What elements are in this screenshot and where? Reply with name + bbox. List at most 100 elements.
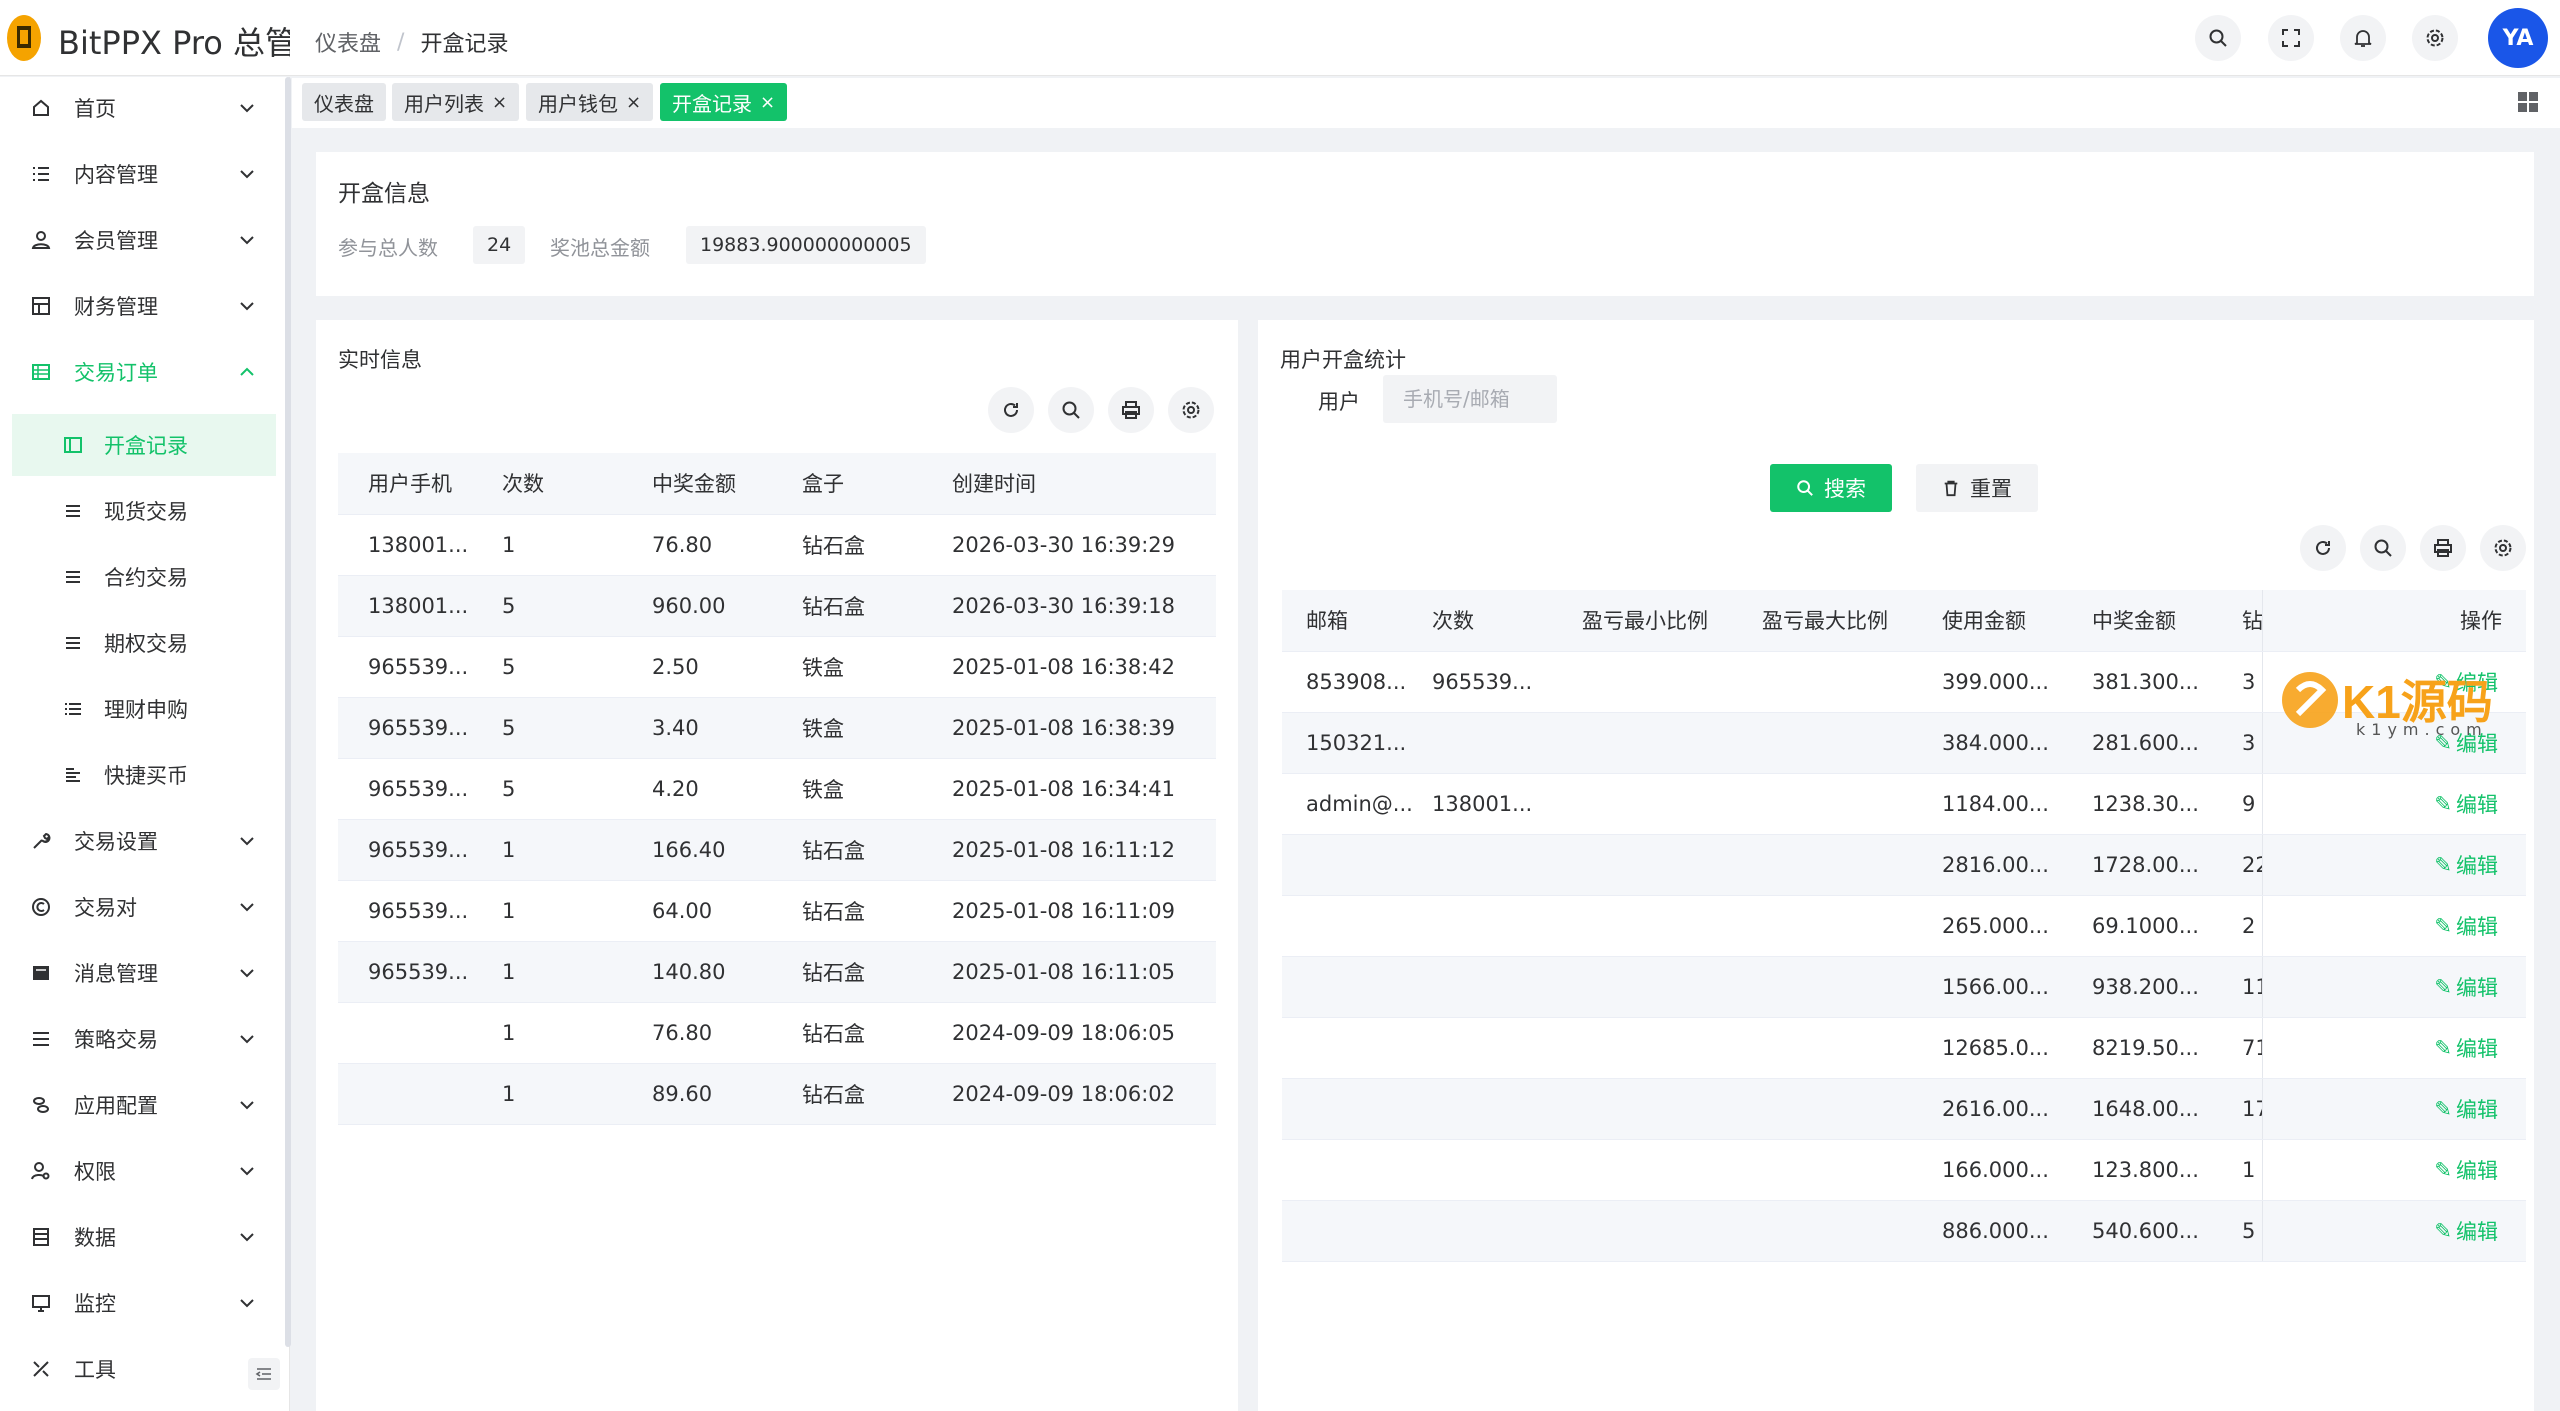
table-row[interactable]: 1566.00...938.200...11✎编辑 — [1282, 956, 2526, 1018]
sidebar-scrollbar[interactable] — [285, 77, 291, 1347]
search-toggle-button[interactable] — [2360, 525, 2406, 571]
edit-link[interactable]: ✎ 编辑 — [2263, 972, 2526, 1002]
tab-user-list[interactable]: 用户列表 × — [392, 83, 520, 121]
edit-link[interactable]: ✎ 编辑 — [2263, 1033, 2526, 1063]
column-header[interactable]: 钻 — [2242, 590, 2262, 652]
bell-icon — [2354, 30, 2372, 47]
table-cell — [1582, 712, 1762, 774]
column-header[interactable]: 邮箱 — [1282, 590, 1432, 652]
search-button[interactable] — [2195, 15, 2241, 61]
sidebar-item-orders[interactable]: 交易订单 — [0, 341, 276, 403]
user-search-input[interactable] — [1383, 375, 1557, 423]
table-row[interactable]: 965539... 5 4.20 铁盒 2025-01-08 16:34:41 — [338, 758, 1216, 820]
avatar[interactable]: YA — [2488, 8, 2548, 68]
sidebar-item-data[interactable]: 数据 — [0, 1206, 276, 1268]
print-button[interactable] — [2420, 525, 2466, 571]
sidebar-subitem-options[interactable]: 期权交易 — [12, 612, 276, 674]
reset-button[interactable]: 重置 — [1916, 464, 2038, 512]
table-cell: 1648.00... — [2092, 1078, 2242, 1140]
sidebar-subitem-spot[interactable]: 现货交易 — [12, 480, 276, 542]
column-header[interactable]: 使用金额 — [1942, 590, 2092, 652]
tab-dashboard[interactable]: 仪表盘 — [302, 83, 386, 121]
table-row[interactable]: 965539... 1 166.40 钻石盒 2025-01-08 16:11:12 — [338, 819, 1216, 881]
search-icon — [2374, 539, 2392, 557]
sidebar-item-home[interactable]: 首页 — [0, 77, 276, 139]
table-row[interactable]: 2816.00...1728.00...22✎编辑 — [1282, 834, 2526, 896]
table-row[interactable]: 965539... 1 64.00 钻石盒 2025-01-08 16:11:09 — [338, 880, 1216, 942]
close-icon[interactable]: × — [760, 92, 775, 113]
column-header[interactable]: 中奖金额 — [652, 453, 802, 515]
print-button[interactable] — [1108, 387, 1154, 433]
notification-button[interactable] — [2340, 15, 2386, 61]
sidebar-subitem-wealth[interactable]: 理财申购 — [12, 678, 276, 740]
breadcrumb-dashboard[interactable]: 仪表盘 — [315, 26, 381, 58]
fullscreen-button[interactable] — [2268, 15, 2314, 61]
edit-link[interactable]: ✎ 编辑 — [2263, 1094, 2526, 1124]
sidebar-item-trade-settings[interactable]: 交易设置 — [0, 810, 276, 872]
column-header[interactable]: 操作 — [2261, 590, 2526, 652]
sidebar-item-finance[interactable]: 财务管理 — [0, 275, 276, 337]
column-settings-button[interactable] — [1168, 387, 1214, 433]
trash-icon — [1944, 480, 1958, 497]
column-header[interactable]: 次数 — [502, 453, 652, 515]
table-cell — [1762, 1200, 1942, 1262]
column-header[interactable]: 盈亏最小比例 — [1582, 590, 1762, 652]
edit-link[interactable]: ✎ 编辑 — [2263, 789, 2526, 819]
search-button[interactable]: 搜索 — [1770, 464, 1892, 512]
user-icon — [30, 229, 52, 251]
logo-area: BitPPX Pro 总管理后台 — [0, 0, 290, 76]
edit-link[interactable]: ✎ 编辑 — [2263, 1216, 2526, 1246]
column-settings-button[interactable] — [2480, 525, 2526, 571]
sidebar-item-monitor[interactable]: 监控 — [0, 1272, 276, 1334]
table-row[interactable]: 265.000... 69.1000... 2 ✎ 编辑 — [1282, 895, 2526, 957]
column-header[interactable]: 盈亏最大比例 — [1762, 590, 1942, 652]
grid-icon[interactable] — [2516, 90, 2540, 114]
table-row[interactable]: 166.000... 123.800... 1 ✎ 编辑 — [1282, 1139, 2526, 1201]
table-row[interactable]: 965539... 5 3.40 铁盒 2025-01-08 16:38:39 — [338, 697, 1216, 759]
sidebar-item-permissions[interactable]: 权限 — [0, 1140, 276, 1202]
table-row[interactable]: 965539... 5 2.50 铁盒 2025-01-08 16:38:42 — [338, 636, 1216, 698]
table-cell: 64.00 — [652, 880, 802, 942]
column-header[interactable]: 用户手机 — [338, 453, 502, 515]
table-row[interactable]: admin@... 138001... 1184.00... 1238.30... 9 ✎… — [1282, 773, 2526, 835]
sidebar-item-content[interactable]: 内容管理 — [0, 143, 276, 205]
sidebar-collapse-button[interactable] — [248, 1358, 280, 1390]
sidebar-subitem-quick-buy[interactable]: 快捷买币 — [12, 744, 276, 806]
sidebar-subitem-contract[interactable]: 合约交易 — [12, 546, 276, 608]
close-icon[interactable]: × — [492, 92, 507, 113]
column-header[interactable]: 盒子 — [802, 453, 952, 515]
column-header[interactable]: 中奖金额 — [2092, 590, 2242, 652]
table-row[interactable]: 1 89.60 钻石盒 2024-09-09 18:06:02 — [338, 1063, 1216, 1125]
edit-link[interactable]: ✎ 编辑 — [2263, 911, 2526, 941]
table-row[interactable]: 1 76.80 钻石盒 2024-09-09 18:06:05 — [338, 1002, 1216, 1064]
user-filter-label: 用户 — [1318, 390, 1360, 414]
search-toggle-button[interactable] — [1048, 387, 1094, 433]
table-row[interactable]: 138001... 1 76.80 钻石盒 2026-03-30 16:39:29 — [338, 514, 1216, 576]
edit-link[interactable]: ✎ 编辑 — [2263, 1155, 2526, 1185]
tab-user-wallet[interactable]: 用户钱包 × — [526, 83, 654, 121]
sidebar-item-strategy[interactable]: 策略交易 — [0, 1008, 276, 1070]
table-row[interactable]: 12685.0...8219.50...71✎编辑 — [1282, 1017, 2526, 1079]
table-row[interactable]: 138001... 5 960.00 钻石盒 2026-03-30 16:39:18 — [338, 575, 1216, 637]
column-header[interactable]: 创建时间 — [952, 453, 1216, 515]
settings-button[interactable] — [2412, 15, 2458, 61]
sidebar-item-trading-pairs[interactable]: 交易对 — [0, 876, 276, 938]
sidebar-item-tools[interactable]: 工具 — [0, 1338, 276, 1400]
close-icon[interactable]: × — [626, 92, 641, 113]
refresh-button[interactable] — [2300, 525, 2346, 571]
sidebar-item-members[interactable]: 会员管理 — [0, 209, 276, 271]
edit-link[interactable]: ✎ 编辑 — [2263, 850, 2526, 880]
database-icon — [30, 1226, 52, 1248]
table-cell: 1 — [502, 1063, 652, 1125]
sidebar-item-messages[interactable]: 消息管理 — [0, 942, 276, 1004]
column-header[interactable]: 次数 — [1432, 590, 1582, 652]
table-row[interactable]: 2616.00...1648.00...17✎编辑 — [1282, 1078, 2526, 1140]
edit-icon: ✎ — [2434, 791, 2452, 816]
table-cell: 4.20 — [652, 758, 802, 820]
table-row[interactable]: 886.000... 540.600... 5 ✎ 编辑 — [1282, 1200, 2526, 1262]
table-row[interactable]: 965539... 1 140.80 钻石盒 2025-01-08 16:11:05 — [338, 941, 1216, 1003]
sidebar-item-app-config[interactable]: 应用配置 — [0, 1074, 276, 1136]
refresh-button[interactable] — [988, 387, 1034, 433]
tab-box-records[interactable]: 开盒记录 × — [660, 83, 788, 121]
sidebar-subitem-box-records[interactable]: 开盒记录 — [12, 414, 276, 476]
